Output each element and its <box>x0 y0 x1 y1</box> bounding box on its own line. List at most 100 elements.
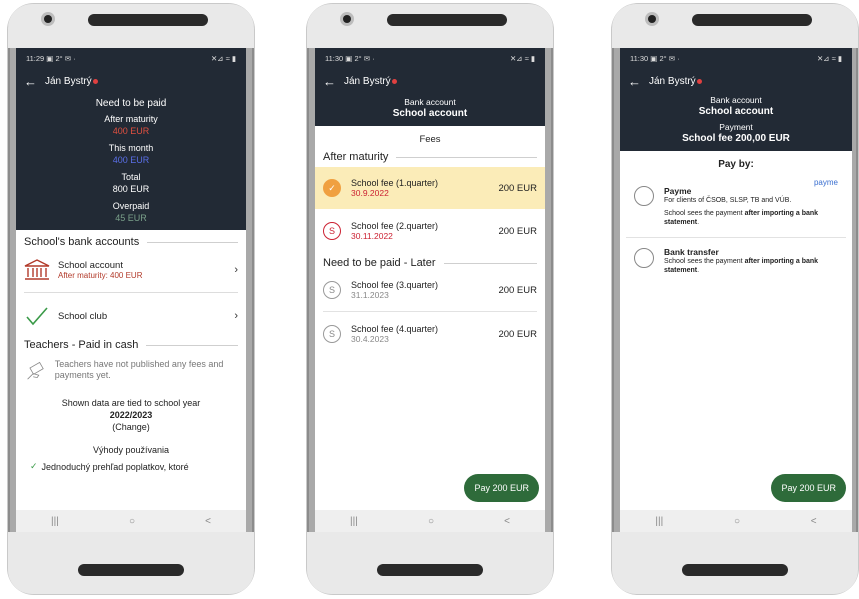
check-icon <box>26 307 48 326</box>
back-icon[interactable]: < <box>504 516 510 527</box>
nav-bar: ||| ○ < <box>315 510 545 532</box>
recent-apps-icon[interactable]: ||| <box>350 516 358 527</box>
total-value: 800 EUR <box>112 184 150 194</box>
after-maturity-label: After maturity <box>104 114 158 124</box>
home-bar <box>377 564 483 576</box>
user-name: Ján Bystrý <box>649 75 696 87</box>
home-bar <box>78 564 184 576</box>
app-bar: ← Ján Bystrý <box>315 68 545 94</box>
radio-transfer[interactable] <box>634 248 654 268</box>
pay-button[interactable]: Pay 200 EUR <box>464 474 539 502</box>
recent-apps-icon[interactable]: ||| <box>51 516 59 527</box>
fee-row[interactable]: S School fee (3.quarter) 31.1.2023 200 E… <box>323 269 537 312</box>
bank-section-title: School's bank accounts <box>24 236 140 248</box>
fee-amount: 200 EUR <box>498 225 537 237</box>
fee-name: School fee (2.quarter) <box>351 221 439 231</box>
chevron-right-icon: › <box>234 264 238 276</box>
fee-status-icon: S <box>323 222 341 240</box>
this-month-value: 400 EUR <box>112 155 150 165</box>
fee-row[interactable]: S School fee (2.quarter) 30.11.2022 200 … <box>315 209 545 253</box>
after-maturity-value: 400 EUR <box>112 126 150 136</box>
tab-fees[interactable]: Fees <box>315 126 545 149</box>
home-icon[interactable]: ○ <box>428 516 434 527</box>
back-arrow-icon[interactable]: ← <box>24 74 37 89</box>
fee-row[interactable]: S School fee (4.quarter) 30.4.2023 200 E… <box>323 312 537 356</box>
pay-button[interactable]: Pay 200 EUR <box>771 474 846 502</box>
phone-top <box>307 4 553 48</box>
after-maturity-title: After maturity <box>323 151 389 163</box>
payme-note: School sees the payment <box>664 210 745 217</box>
screen-3: 11:30 ▣ 2° ✉ · ✕⊿ ≈ ▮ ← Ján Bystrý Bank … <box>620 48 852 532</box>
phone-bottom <box>8 532 254 594</box>
option-payme[interactable]: Payme payme For clients of ČSOB, SLSP, T… <box>626 178 846 238</box>
later-header: Need to be paid - Later <box>315 257 545 269</box>
fee-date: 30.11.2022 <box>351 231 393 241</box>
total-label: Total <box>121 172 141 182</box>
status-bar: 11:30 ▣ 2° ✉ · ✕⊿ ≈ ▮ <box>315 48 545 68</box>
status-signal: ✕⊿ ≈ ▮ <box>211 53 236 63</box>
home-icon[interactable]: ○ <box>734 516 740 527</box>
overpaid-label: Overpaid <box>112 201 150 211</box>
nav-bar: ||| ○ < <box>620 510 852 532</box>
fee-row[interactable]: ✓ School fee (1.quarter) 30.9.2022 200 E… <box>315 167 545 209</box>
camera <box>648 15 656 23</box>
fee-date: 30.4.2023 <box>351 334 389 344</box>
camera <box>44 15 52 23</box>
school-year-text: Shown data are tied to school year <box>61 398 201 408</box>
change-link[interactable]: (Change) <box>16 421 246 433</box>
club-row[interactable]: School club › <box>24 293 238 339</box>
transfer-note: School sees the payment <box>664 258 745 265</box>
payment-name: School fee 200,00 EUR <box>682 133 790 144</box>
need-title: Need to be paid <box>95 98 167 109</box>
fee-amount: 200 EUR <box>498 328 537 340</box>
club-name: School club <box>58 310 108 322</box>
back-icon[interactable]: < <box>811 516 817 527</box>
phone-1: 11:29 ▣ 2° ✉ · ✕⊿ ≈ ▮ ← Ján Bystrý Need … <box>8 4 254 594</box>
account-status: After maturity: 400 EUR <box>58 271 143 280</box>
after-maturity-header: After maturity <box>315 151 545 163</box>
benefits-title: Výhody používania <box>92 445 170 455</box>
back-icon[interactable]: < <box>205 516 211 527</box>
school-year: 2022/2023 <box>109 410 153 420</box>
app-bar: ← Ján Bystrý <box>16 68 246 94</box>
fee-name: School fee (1.quarter) <box>351 178 439 188</box>
back-arrow-icon[interactable]: ← <box>323 74 336 89</box>
status-bar: 11:29 ▣ 2° ✉ · ✕⊿ ≈ ▮ <box>16 48 246 68</box>
fee-status-icon: S <box>323 281 341 299</box>
paid-check-icon: ✓ <box>323 179 341 197</box>
later-title: Need to be paid - Later <box>323 257 436 269</box>
payme-title: Payme <box>664 186 692 196</box>
home-icon[interactable]: ○ <box>129 516 135 527</box>
notification-dot-icon <box>696 78 702 84</box>
phone-bottom <box>307 532 553 594</box>
overpaid-value: 45 EUR <box>115 213 147 223</box>
status-time: 11:29 ▣ 2° ✉ · <box>26 53 76 63</box>
fee-name: School fee (3.quarter) <box>351 280 439 290</box>
school-year-info: Shown data are tied to school year 2022/… <box>16 397 246 433</box>
notification-dot-icon <box>391 78 397 84</box>
account-row[interactable]: School account After maturity: 400 EUR › <box>24 248 238 293</box>
speaker <box>692 14 812 26</box>
speaker <box>88 14 208 26</box>
teachers-section-header: Teachers - Paid in cash <box>16 339 246 351</box>
payment-label: Payment <box>719 122 753 132</box>
screen-2: 11:30 ▣ 2° ✉ · ✕⊿ ≈ ▮ ← Ján Bystrý Bank … <box>315 48 545 532</box>
bank-label: Bank account <box>710 95 762 105</box>
bank-name: School account <box>392 108 468 119</box>
recent-apps-icon[interactable]: ||| <box>655 516 663 527</box>
payme-logo: payme <box>813 178 838 187</box>
pay-by-title: Pay by: <box>718 159 754 170</box>
back-arrow-icon[interactable]: ← <box>628 74 641 89</box>
fee-date: 31.1.2023 <box>351 290 389 300</box>
fee-amount: 200 EUR <box>498 182 537 194</box>
option-transfer[interactable]: Bank transfer School sees the payment af… <box>626 238 846 285</box>
fee-date: 30.9.2022 <box>351 188 389 198</box>
notification-dot-icon <box>92 78 98 84</box>
status-bar: 11:30 ▣ 2° ✉ · ✕⊿ ≈ ▮ <box>620 48 852 68</box>
screen-1: 11:29 ▣ 2° ✉ · ✕⊿ ≈ ▮ ← Ján Bystrý Need … <box>16 48 246 532</box>
radio-payme[interactable] <box>634 186 654 206</box>
chevron-right-icon: › <box>234 310 238 322</box>
payment-header: Bank account School account Payment Scho… <box>620 94 852 151</box>
check-icon: ✓ <box>30 461 38 471</box>
status-signal: ✕⊿ ≈ ▮ <box>510 53 535 63</box>
